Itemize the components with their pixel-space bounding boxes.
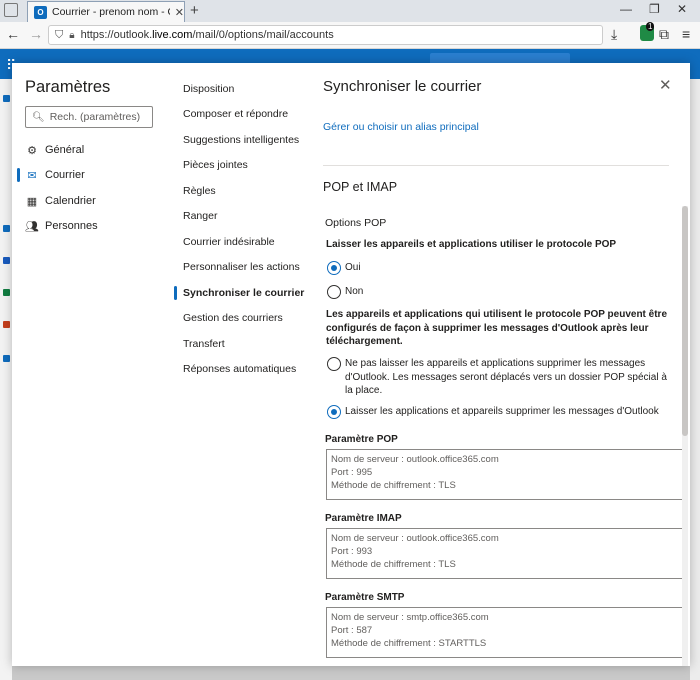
outlook-favicon-icon: O [34,5,47,19]
lock-icon[interactable]: 🔒︎ [69,30,74,41]
pop-imap-heading: POP et IMAP [323,180,398,194]
divider [323,165,669,166]
section-junk-mail[interactable]: Courrier indésirable [183,236,275,248]
settings-search-input[interactable] [49,111,150,123]
pane-title: Synchroniser le courrier [323,78,482,95]
close-window-icon[interactable]: ✕ [677,2,687,16]
mail-icon: ✉ [27,169,37,182]
section-customize-actions[interactable]: Personnaliser les actions [183,261,300,273]
new-tab-button[interactable]: + [190,2,199,19]
imap-setting-label: Paramètre IMAP [325,513,402,524]
smtp-encryption: Méthode de chiffrement : STARTTLS [331,638,487,649]
delete-question: Les appareils et applications qui utilis… [326,309,668,347]
delete-option-allow[interactable]: Laisser les applications et appareils su… [327,405,672,419]
smtp-server: Nom de serveur : smtp.office365.com [331,612,489,623]
category-label: Calendrier [45,195,96,207]
category-label: Courrier [45,169,85,181]
delete-allow-label: Laisser les applications et appareils su… [345,406,659,417]
imap-encryption: Méthode de chiffrement : TLS [331,559,456,570]
pop-question: Laisser les appareils et applications ut… [326,239,617,250]
browser-navbar: ← → ⛉ 🔒︎ https://outlook.live.com/mail/0… [0,22,700,49]
pop-options-heading: Options POP [325,217,387,229]
category-people[interactable]: 👥︎ Personnes [25,216,98,236]
forward-icon[interactable]: → [29,26,43,42]
settings-search-box[interactable]: 🔍︎ [25,106,153,128]
menu-icon[interactable]: ≡ [682,26,690,42]
pop-yes-radio[interactable] [327,261,341,275]
section-automatic-replies[interactable]: Réponses automatiques [183,363,296,375]
back-icon[interactable]: ← [6,26,20,42]
pop-no-label: Non [345,286,364,297]
settings-dialog: Paramètres 🔍︎ ⚙ Général ✉ Courrier ▦ Cal… [12,63,690,666]
browser-tab-bar: O Courrier - prenom nom - Outlo ✕ + — ❐ … [0,0,700,22]
imap-setting-box[interactable]: Nom de serveur : outlook.office365.com P… [326,528,684,579]
download-icon[interactable]: ⤓ [611,26,617,43]
mail-sections-pane: Disposition Composer et répondre Suggest… [170,63,310,666]
pop-port: Port : 995 [331,467,373,478]
shield-icon[interactable]: ⛉ [55,29,63,42]
sync-email-pane: Synchroniser le courrier ✕ Gérer ou choi… [310,63,690,666]
pop-setting-label: Paramètre POP [325,434,398,445]
pop-server: Nom de serveur : outlook.office365.com [331,454,499,465]
background-app-rail [0,79,12,680]
scrollbar-thumb[interactable] [682,206,688,436]
smtp-port: Port : 587 [331,625,373,636]
address-bar[interactable]: ⛉ 🔒︎ https://outlook.live.com/mail/0/opt… [48,25,603,45]
search-icon: 🔍︎ [32,111,45,123]
onedrive-rail-icon [3,355,10,362]
minimize-icon[interactable]: — [620,2,632,16]
excel-rail-icon [3,289,10,296]
extensions-icon[interactable]: ⧉ [659,26,669,43]
pop-no-option[interactable]: Non [327,285,363,299]
section-compose-reply[interactable]: Composer et répondre [183,108,288,120]
category-label: Général [45,144,85,156]
calendar-icon: ▦ [26,195,38,208]
active-category-indicator [17,168,20,182]
category-general[interactable]: ⚙ Général [25,140,84,160]
restore-icon[interactable]: ❐ [649,2,660,16]
background-app-right-edge [690,79,700,680]
close-icon[interactable]: ✕ [659,76,672,94]
delete-keep-label: Ne pas laisser les appareils et applicat… [345,358,667,396]
tab-close-icon[interactable]: ✕ [175,6,184,19]
browser-tab[interactable]: O Courrier - prenom nom - Outlo ✕ [27,1,185,22]
tab-actions-icon[interactable] [4,3,18,17]
mail-rail-icon [3,95,10,102]
people-icon: 👥︎ [25,220,39,233]
pop-no-radio[interactable] [327,285,341,299]
url-text: https://outlook.live.com/mail/0/options/… [80,29,334,41]
section-message-handling[interactable]: Gestion des courriers [183,312,283,324]
section-sweep[interactable]: Ranger [183,210,217,222]
pop-encryption: Méthode de chiffrement : TLS [331,480,456,491]
settings-title: Paramètres [25,78,111,96]
pop-yes-option[interactable]: Oui [327,261,361,275]
category-label: Personnes [45,220,98,232]
delete-allow-radio[interactable] [327,405,341,419]
tab-title: Courrier - prenom nom - Outlo [51,6,170,18]
pop-yes-label: Oui [345,262,361,273]
gear-icon: ⚙ [27,144,37,157]
section-smart-suggestions[interactable]: Suggestions intelligentes [183,134,299,146]
imap-port: Port : 993 [331,546,373,557]
category-calendar[interactable]: ▦ Calendrier [25,191,96,211]
section-disposition[interactable]: Disposition [183,83,234,95]
calendar-rail-icon [3,225,10,232]
smtp-setting-box[interactable]: Nom de serveur : smtp.office365.com Port… [326,607,684,658]
delete-keep-radio[interactable] [327,357,341,371]
pop-setting-box[interactable]: Nom de serveur : outlook.office365.com P… [326,449,684,500]
section-rules[interactable]: Règles [183,185,216,197]
manage-alias-link[interactable]: Gérer ou choisir un alias principal [323,121,479,133]
powerpoint-rail-icon [3,321,10,328]
imap-server: Nom de serveur : outlook.office365.com [331,533,499,544]
section-forwarding[interactable]: Transfert [183,338,225,350]
section-attachments[interactable]: Pièces jointes [183,159,248,171]
section-sync-email[interactable]: Synchroniser le courrier [183,287,304,299]
category-mail[interactable]: ✉ Courrier [25,165,85,185]
active-section-indicator [174,286,177,300]
smtp-setting-label: Paramètre SMTP [325,592,405,603]
settings-categories-pane: Paramètres 🔍︎ ⚙ Général ✉ Courrier ▦ Cal… [12,63,170,666]
word-rail-icon [3,257,10,264]
delete-option-keep[interactable]: Ne pas laisser les appareils et applicat… [327,357,667,398]
